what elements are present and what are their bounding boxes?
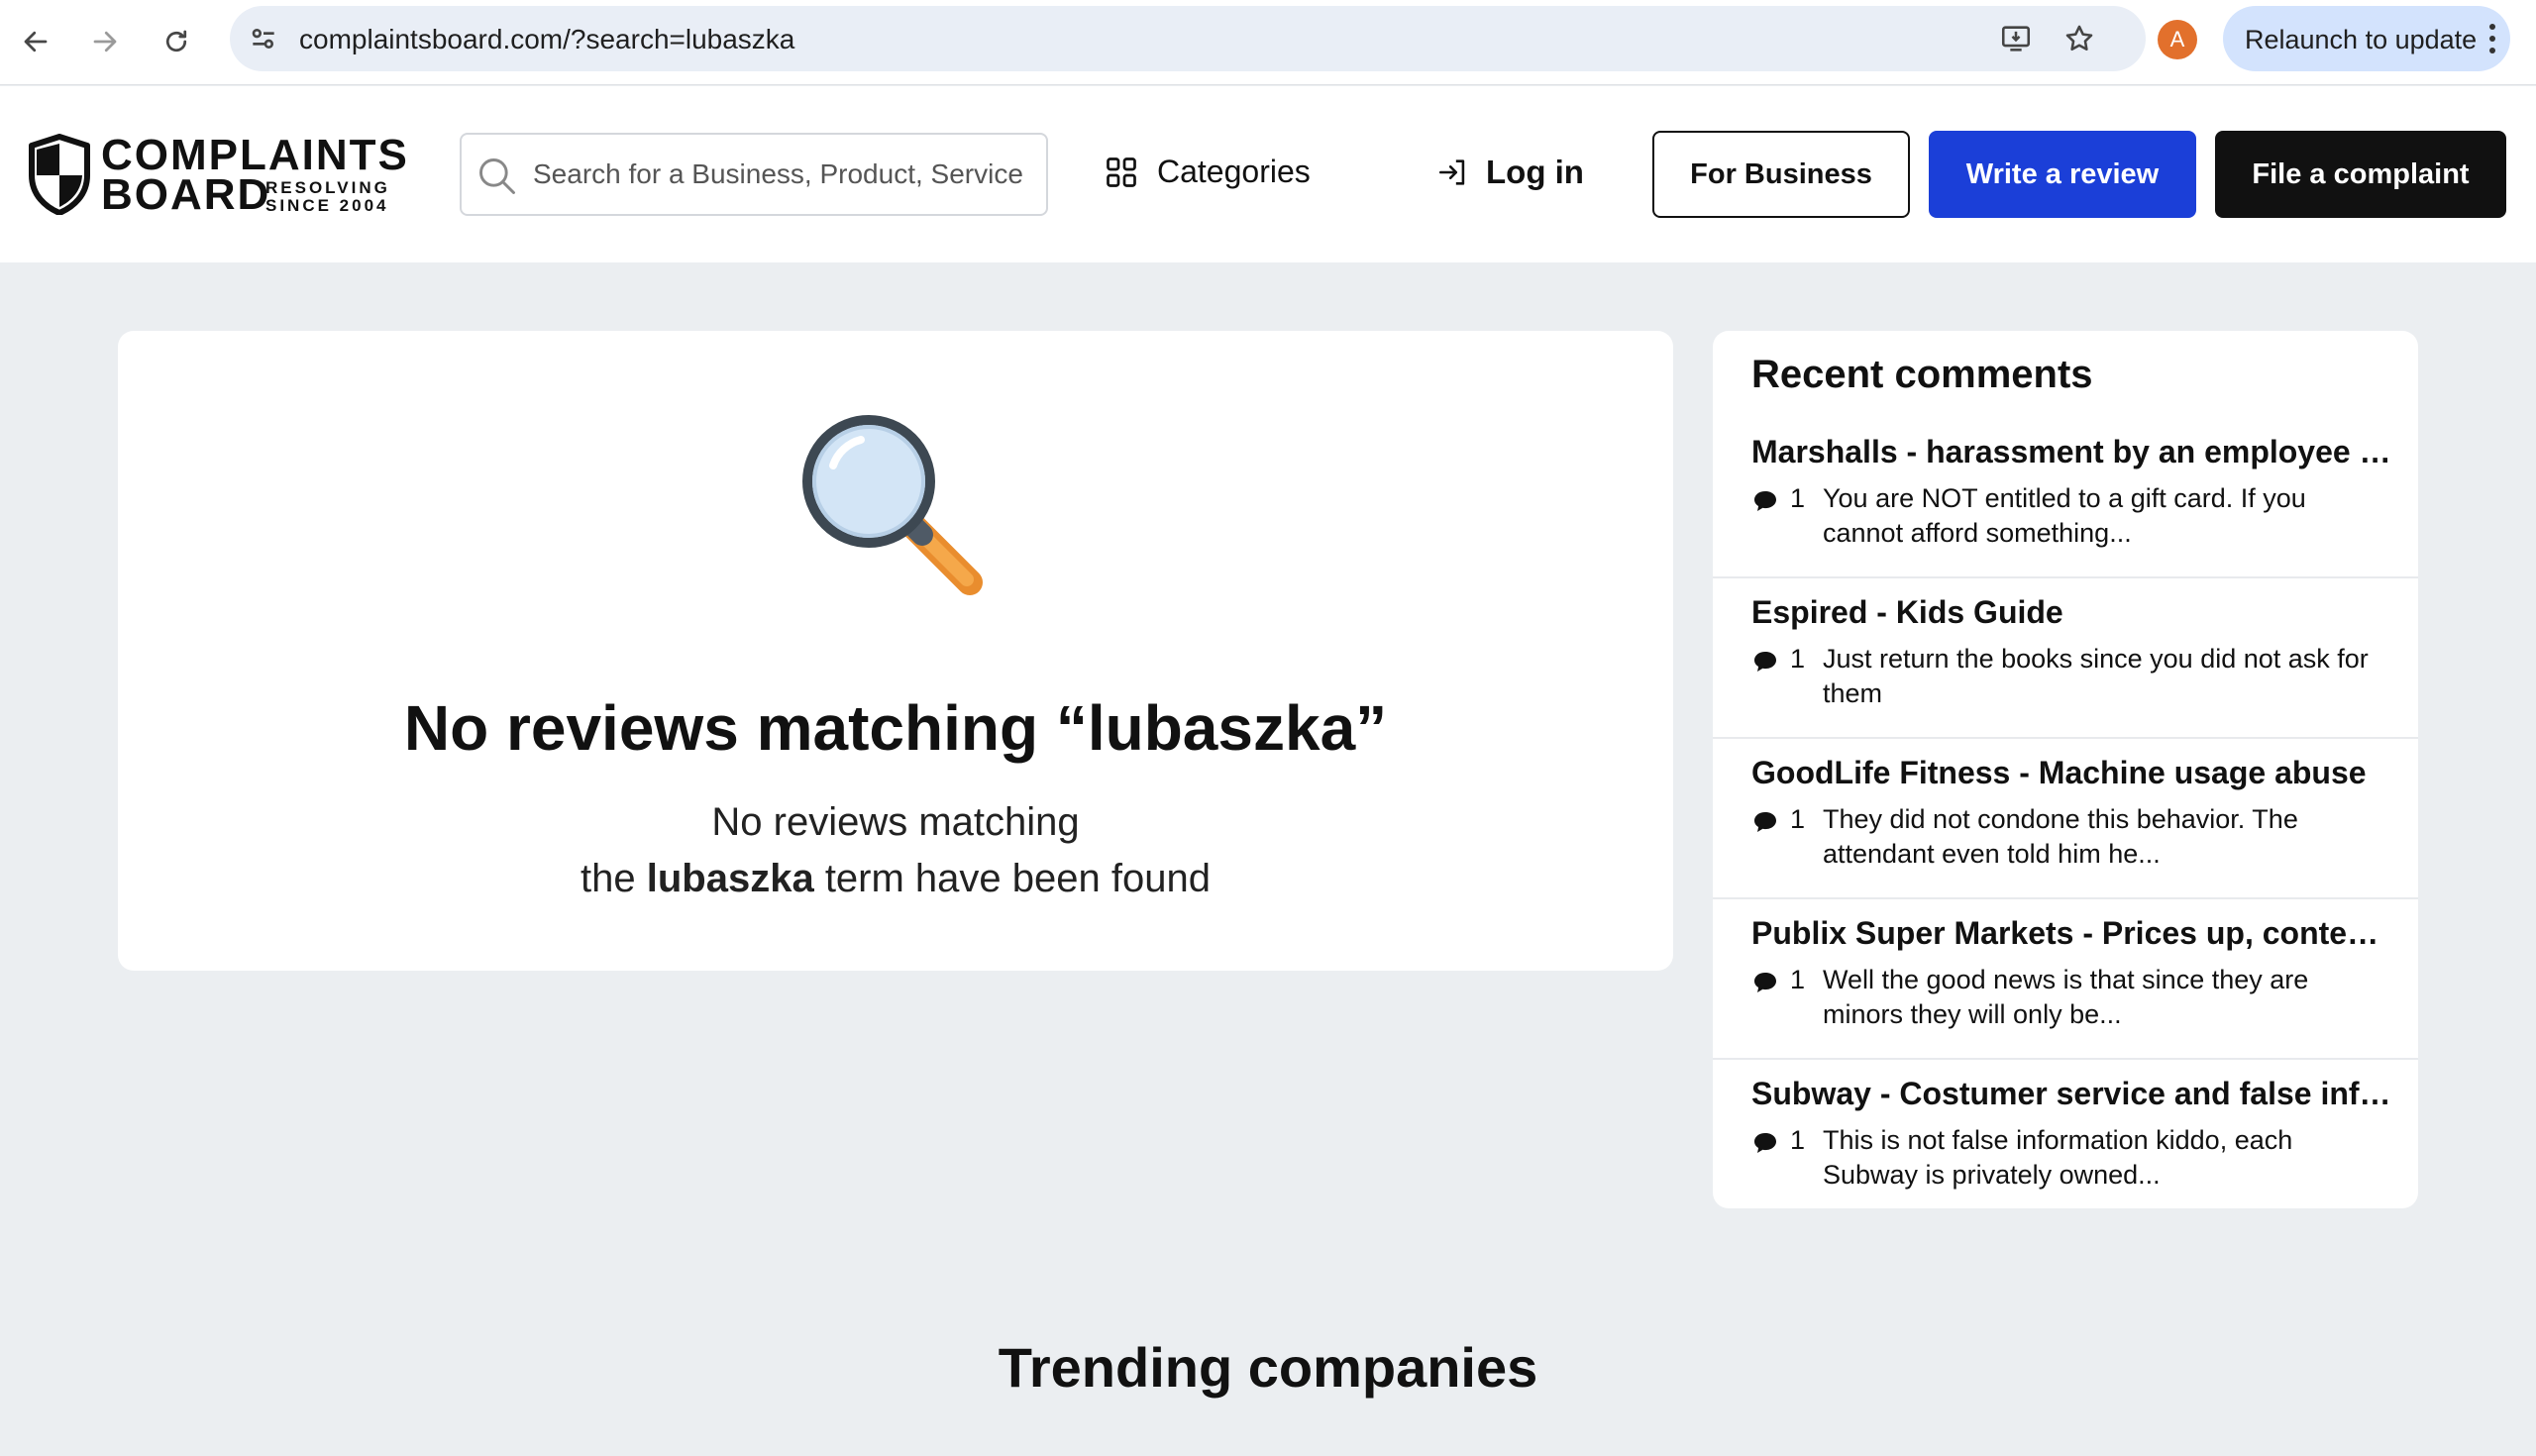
comment-bubble-icon	[1754, 1133, 1776, 1153]
address-bar[interactable]: complaintsboard.com/?search=lubaszka	[230, 6, 2146, 71]
comment-item[interactable]: Espired - Kids Guide 1 Just return the b…	[1713, 578, 2418, 739]
file-complaint-button[interactable]: File a complaint	[2215, 131, 2506, 218]
comment-count: 1	[1790, 483, 1806, 513]
logo-tagline: RESOLVING SINCE 2004	[265, 179, 404, 215]
comment-title[interactable]: Subway - Costumer service and false info…	[1751, 1076, 2395, 1112]
write-review-button[interactable]: Write a review	[1929, 131, 2196, 218]
comment-text[interactable]: Well the good news is that since they ar…	[1823, 963, 2378, 1032]
comment-title[interactable]: Marshalls - harassment by an employee an…	[1751, 434, 2395, 470]
bookmark-star-icon[interactable]	[2062, 22, 2096, 55]
comment-bubble-icon	[1754, 812, 1776, 832]
more-menu-icon[interactable]	[2488, 22, 2496, 55]
comment-item[interactable]: Subway - Costumer service and false info…	[1713, 1060, 2418, 1208]
comment-count: 1	[1790, 644, 1806, 674]
trending-companies-heading: Trending companies	[998, 1336, 1538, 1399]
relaunch-label: Relaunch to update	[2245, 25, 2478, 54]
shield-logo-icon	[29, 134, 90, 215]
install-app-icon[interactable]	[1999, 22, 2033, 55]
back-button[interactable]	[8, 14, 63, 69]
browser-toolbar: complaintsboard.com/?search=lubaszka A R…	[0, 0, 2536, 85]
site-info-icon[interactable]	[248, 23, 279, 54]
comment-bubble-icon	[1754, 491, 1776, 511]
url-text[interactable]: complaintsboard.com/?search=lubaszka	[299, 24, 794, 55]
comment-title[interactable]: GoodLife Fitness - Machine usage abuse	[1751, 755, 2395, 791]
comment-title[interactable]: Publix Super Markets - Prices up, conten…	[1751, 915, 2395, 952]
comment-item[interactable]: Publix Super Markets - Prices up, conten…	[1713, 899, 2418, 1060]
arrow-right-icon	[93, 31, 117, 52]
comment-text[interactable]: This is not false information kiddo, eac…	[1823, 1123, 2378, 1193]
recent-comments-panel: Recent comments Marshalls - harassment b…	[1713, 331, 2418, 1208]
site-logo[interactable]: COMPLAINTS BOARD RESOLVING SINCE 2004	[28, 134, 407, 219]
grid-icon	[1107, 156, 1136, 187]
login-icon	[1438, 159, 1465, 185]
login-label: Log in	[1486, 154, 1584, 190]
comment-bubble-icon	[1754, 652, 1776, 672]
site-search-box[interactable]	[460, 133, 1048, 216]
login-link[interactable]: Log in	[1436, 154, 1584, 191]
no-results-message: No reviews matching the lubaszka term ha…	[118, 794, 1673, 907]
reload-icon	[165, 30, 187, 52]
categories-label: Categories	[1157, 154, 1311, 189]
recent-comments-title: Recent comments	[1751, 353, 2093, 396]
logo-tagline-1: RESOLVING	[265, 178, 390, 197]
profile-avatar[interactable]: A	[2158, 20, 2197, 59]
for-business-button[interactable]: For Business	[1652, 131, 1910, 218]
comment-count: 1	[1790, 965, 1806, 994]
reload-button[interactable]	[149, 14, 204, 69]
comment-text[interactable]: You are NOT entitled to a gift card. If …	[1823, 481, 2378, 551]
no-results-pre: the	[581, 857, 647, 900]
comment-count: 1	[1790, 1125, 1806, 1155]
comment-item[interactable]: GoodLife Fitness - Machine usage abuse 1…	[1713, 739, 2418, 899]
magnifying-glass-icon	[802, 415, 983, 595]
search-icon	[479, 158, 515, 194]
comment-item[interactable]: Marshalls - harassment by an employee an…	[1713, 418, 2418, 578]
forward-button[interactable]	[77, 14, 133, 69]
logo-line2: BOARD	[101, 170, 271, 219]
no-results-line1: No reviews matching	[711, 800, 1080, 844]
site-header: COMPLAINTS BOARD RESOLVING SINCE 2004 Ca…	[0, 86, 2536, 262]
search-results-card: No reviews matching “lubaszka” No review…	[118, 331, 1673, 971]
comment-count: 1	[1790, 804, 1806, 834]
no-results-title: No reviews matching “lubaszka”	[403, 692, 1388, 764]
no-results-post: term have been found	[813, 857, 1211, 900]
comment-title[interactable]: Espired - Kids Guide	[1751, 594, 2395, 631]
categories-button[interactable]: Categories	[1104, 154, 1311, 190]
site-search-input[interactable]	[533, 153, 1038, 196]
comment-text[interactable]: Just return the books since you did not …	[1823, 642, 2378, 711]
comment-bubble-icon	[1754, 973, 1776, 992]
no-results-line2: the lubaszka term have been found	[118, 851, 1673, 907]
relaunch-button[interactable]: Relaunch to update	[2223, 6, 2510, 71]
comment-text[interactable]: They did not condone this behavior. The …	[1823, 802, 2378, 872]
arrow-left-icon	[24, 31, 48, 52]
logo-tagline-2: SINCE 2004	[265, 196, 389, 215]
search-term: lubaszka	[646, 857, 814, 900]
